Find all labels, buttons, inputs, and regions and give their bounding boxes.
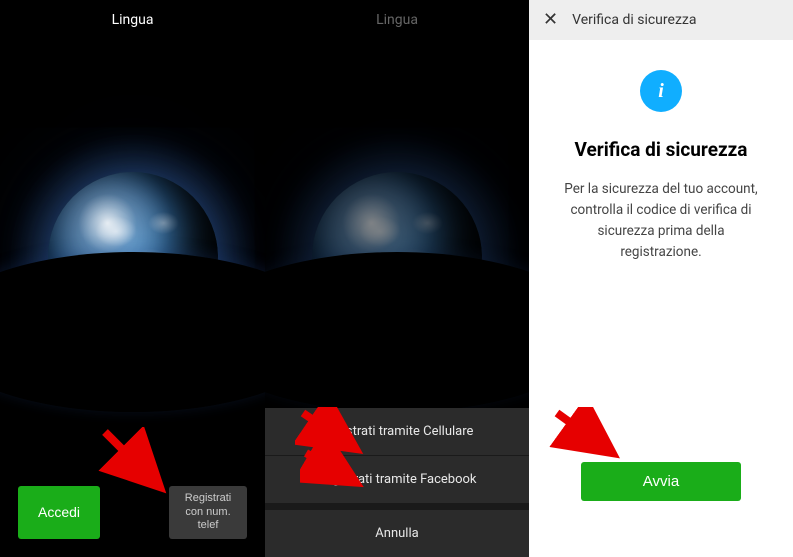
- register-mobile-option[interactable]: Registrati tramite Cellulare: [265, 408, 529, 456]
- earth-background: [0, 40, 265, 557]
- silhouette-figure: [392, 328, 402, 352]
- screen-register-options: Lingua Registrati tramite Cellulare Regi…: [265, 0, 529, 557]
- language-header[interactable]: Lingua: [0, 0, 265, 40]
- register-action-sheet: Registrati tramite Cellulare Registrati …: [265, 408, 529, 557]
- horizon-curve: [0, 252, 265, 412]
- close-icon[interactable]: ✕: [539, 7, 562, 33]
- cancel-option[interactable]: Annulla: [265, 504, 529, 557]
- start-button[interactable]: Avvia: [581, 462, 741, 501]
- info-icon: i: [640, 70, 682, 112]
- verification-description: Per la sicurezza del tuo account, contro…: [553, 179, 769, 263]
- horizon-curve: [265, 252, 529, 412]
- screen-security-verification: ✕ Verifica di sicurezza i Verifica di si…: [529, 0, 793, 557]
- language-header[interactable]: Lingua: [265, 0, 529, 40]
- verification-header: ✕ Verifica di sicurezza: [529, 0, 793, 40]
- login-button[interactable]: Accedi: [18, 486, 100, 539]
- header-title: Verifica di sicurezza: [572, 12, 696, 28]
- tutorial-arrow-icon: [549, 407, 624, 462]
- register-facebook-option[interactable]: Registrati tramite Facebook: [265, 456, 529, 504]
- screen-login: Lingua Accedi Registrati con num. telef: [0, 0, 265, 557]
- verification-title: Verifica di sicurezza: [553, 138, 769, 161]
- register-phone-button[interactable]: Registrati con num. telef: [169, 486, 247, 539]
- earth-globe: [312, 172, 482, 342]
